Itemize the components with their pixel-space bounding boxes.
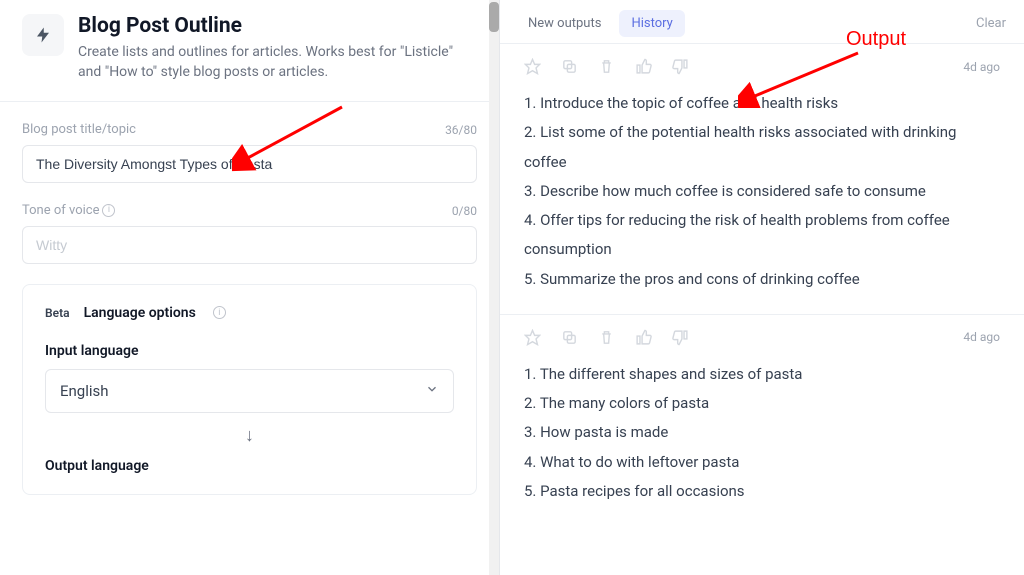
list-item: 1. The different shapes and sizes of pas… <box>524 360 1000 389</box>
list-item: 3. How pasta is made <box>524 418 1000 447</box>
tone-label: Tone of voicei <box>22 203 115 218</box>
list-item: 1. Introduce the topic of coffee and hea… <box>524 89 1000 118</box>
topic-label: Blog post title/topic <box>22 122 136 137</box>
template-description: Create lists and outlines for articles. … <box>78 42 477 83</box>
time-ago: 4d ago <box>963 330 1000 344</box>
tone-char-count: 0/80 <box>452 204 477 218</box>
language-options-title: Language options <box>84 305 196 321</box>
input-language-value: English <box>60 382 109 400</box>
trash-icon[interactable] <box>598 329 615 346</box>
output-card: 4d ago 1. Introduce the topic of coffee … <box>500 43 1024 314</box>
topic-char-count: 36/80 <box>445 123 477 137</box>
list-item: 5. Summarize the pros and cons of drinki… <box>524 265 1000 294</box>
copy-icon[interactable] <box>561 58 578 75</box>
beta-badge: Beta <box>45 306 70 320</box>
output-card: 4d ago 1. The different shapes and sizes… <box>500 314 1024 526</box>
tab-new-outputs[interactable]: New outputs <box>518 10 611 37</box>
scrollbar-thumb[interactable] <box>489 2 499 32</box>
tone-field-group: Tone of voicei 0/80 <box>22 203 477 264</box>
trash-icon[interactable] <box>598 58 615 75</box>
info-icon[interactable]: i <box>102 204 115 217</box>
outline-list: 1. The different shapes and sizes of pas… <box>524 360 1000 506</box>
output-tabs: New outputs History Clear <box>500 0 1024 43</box>
copy-icon[interactable] <box>561 329 578 346</box>
list-item: 2. The many colors of pasta <box>524 389 1000 418</box>
list-item: 4. Offer tips for reducing the risk of h… <box>524 206 1000 265</box>
annotation-label: Output <box>846 28 906 51</box>
clear-button[interactable]: Clear <box>976 16 1006 31</box>
input-language-select[interactable]: English <box>45 369 454 413</box>
list-item: 5. Pasta recipes for all occasions <box>524 477 1000 506</box>
list-item: 4. What to do with leftover pasta <box>524 448 1000 477</box>
thumbs-up-icon[interactable] <box>635 329 652 346</box>
form-section: Blog post title/topic 36/80 Tone of voic… <box>0 102 499 495</box>
right-panel: New outputs History Clear 4d ago 1. Intr… <box>500 0 1024 575</box>
thumbs-down-icon[interactable] <box>672 58 689 75</box>
list-item: 3. Describe how much coffee is considere… <box>524 177 1000 206</box>
topic-field-group: Blog post title/topic 36/80 <box>22 122 477 183</box>
outline-list: 1. Introduce the topic of coffee and hea… <box>524 89 1000 294</box>
thumbs-up-icon[interactable] <box>635 58 652 75</box>
lightning-icon <box>34 26 52 44</box>
scrollbar[interactable] <box>489 0 499 575</box>
info-icon[interactable]: i <box>213 306 226 319</box>
tab-history[interactable]: History <box>619 10 684 37</box>
thumbs-down-icon[interactable] <box>672 329 689 346</box>
input-language-label: Input language <box>45 343 454 359</box>
left-panel: Blog Post Outline Create lists and outli… <box>0 0 500 575</box>
time-ago: 4d ago <box>963 60 1000 74</box>
topic-input[interactable] <box>22 145 477 183</box>
card-actions <box>524 329 689 346</box>
template-header: Blog Post Outline Create lists and outli… <box>0 0 499 102</box>
arrow-down-icon: ↓ <box>45 425 454 446</box>
tone-input[interactable] <box>22 226 477 264</box>
chevron-down-icon <box>425 382 439 400</box>
output-language-label: Output language <box>45 458 454 474</box>
language-options-box: Beta Language options i Input language E… <box>22 284 477 495</box>
template-text: Blog Post Outline Create lists and outli… <box>78 14 477 83</box>
card-actions <box>524 58 689 75</box>
star-icon[interactable] <box>524 58 541 75</box>
template-title: Blog Post Outline <box>78 14 477 38</box>
star-icon[interactable] <box>524 329 541 346</box>
list-item: 2. List some of the potential health ris… <box>524 118 1000 177</box>
template-icon <box>22 14 64 56</box>
